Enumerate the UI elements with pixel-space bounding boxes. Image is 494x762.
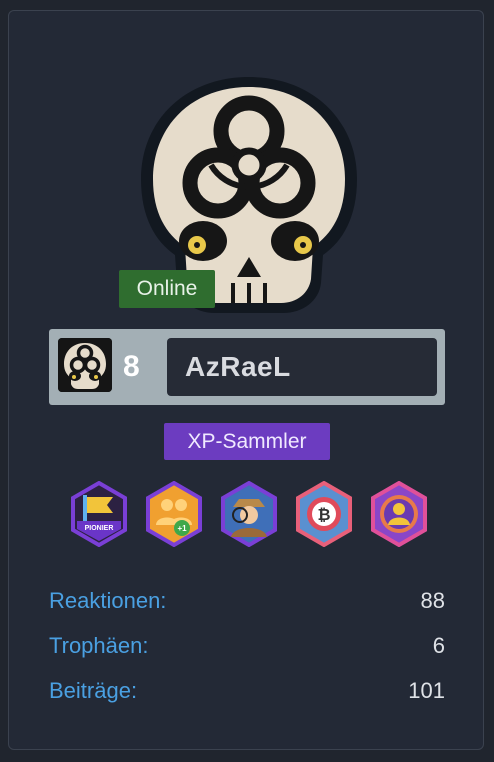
user-stats: Reaktionen: 88 Trophäen: 6 Beiträge: 101: [49, 584, 445, 719]
stat-value: 88: [420, 588, 445, 613]
user-bar: 8 AzRaeL: [49, 329, 445, 405]
detective-badge-icon[interactable]: [219, 480, 279, 548]
profile-badge-icon[interactable]: [369, 480, 429, 548]
stat-row-trophies: Trophäen: 6: [49, 629, 445, 674]
pionier-badge-label: PIONIER: [85, 525, 114, 532]
stat-row-reactions: Reaktionen: 88: [49, 584, 445, 629]
biohazard-skull-icon: [58, 338, 112, 392]
pionier-badge-icon[interactable]: PIONIER: [69, 480, 129, 548]
referral-badge-icon[interactable]: +1: [144, 480, 204, 548]
user-bar-avatar[interactable]: [58, 338, 112, 392]
stat-value: 6: [432, 633, 445, 658]
stat-label[interactable]: Reaktionen:: [49, 584, 166, 618]
user-level: 8: [123, 350, 140, 383]
rank-badge: XP-Sammler: [164, 423, 330, 460]
stat-label[interactable]: Trophäen:: [49, 629, 148, 663]
online-status-badge: Online: [119, 270, 215, 308]
stat-label[interactable]: Beiträge:: [49, 674, 137, 708]
username[interactable]: AzRaeL: [185, 338, 291, 396]
referral-badge-label: +1: [177, 524, 187, 533]
stat-value: 101: [408, 678, 445, 703]
username-box[interactable]: AzRaeL: [167, 338, 437, 396]
crypto-badge-label: ₿: [317, 505, 330, 524]
user-card: Online 8 AzRaeL XP-Sammler PIONIER +1 ₿ …: [8, 10, 484, 750]
stat-row-posts: Beiträge: 101: [49, 674, 445, 719]
badge-row: PIONIER +1 ₿: [69, 480, 429, 548]
crypto-badge-icon[interactable]: ₿: [294, 480, 354, 548]
